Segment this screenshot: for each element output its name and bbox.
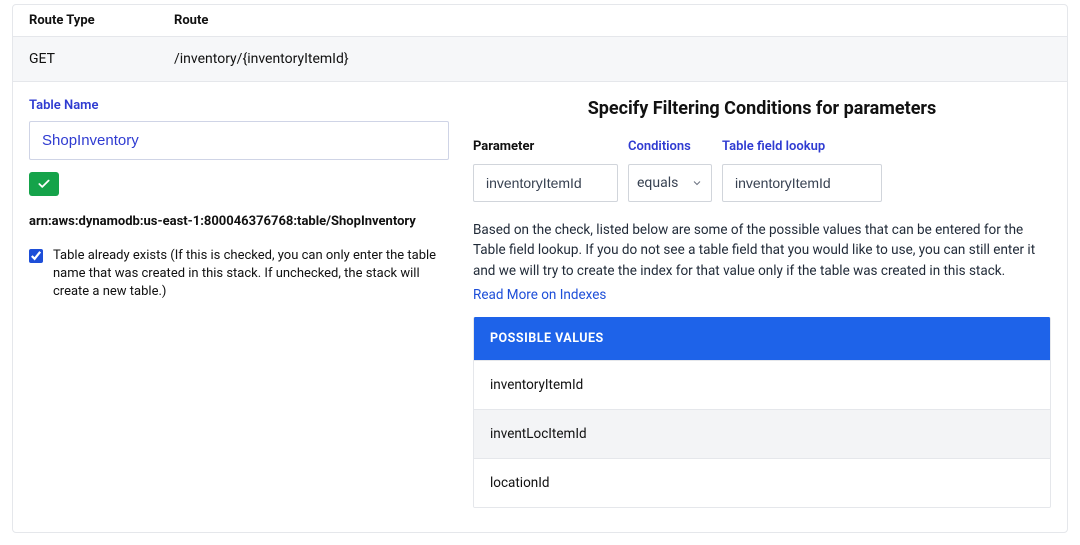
conditions-value: equals (637, 175, 678, 191)
filtering-section: Specify Filtering Conditions for paramet… (473, 98, 1051, 508)
table-exists-description: Table already exists (If this is checked… (53, 247, 449, 302)
table-name-section: Table Name arn:aws:dynamodb:us-east-1:80… (29, 98, 449, 508)
possible-values-header: Possible Values (474, 317, 1050, 360)
check-icon (37, 177, 51, 191)
filtering-title: Specify Filtering Conditions for paramet… (473, 98, 1051, 119)
table-exists-checkbox[interactable] (29, 249, 43, 263)
table-row[interactable]: inventLocItemId (474, 409, 1050, 458)
table-row[interactable]: locationId (474, 458, 1050, 507)
lookup-label: Table field lookup (722, 139, 882, 154)
conditions-select[interactable]: equals (628, 164, 712, 202)
table-name-input[interactable] (29, 121, 449, 160)
route-header: Route (174, 13, 1051, 28)
table-name-label: Table Name (29, 98, 449, 113)
table-exists-row: Table already exists (If this is checked… (29, 247, 449, 302)
read-more-link[interactable]: Read More on Indexes (473, 287, 606, 303)
parameter-input[interactable] (473, 164, 618, 202)
config-body: Table Name arn:aws:dynamodb:us-east-1:80… (13, 82, 1067, 532)
help-text: Based on the check, listed below are som… (473, 220, 1051, 281)
possible-values-table: Possible Values inventoryItemId inventLo… (473, 317, 1051, 508)
validate-table-button[interactable] (29, 172, 59, 196)
chevron-down-icon (691, 177, 703, 189)
parameter-label: Parameter (473, 139, 618, 154)
route-column-headers: Route Type Route (13, 5, 1067, 36)
route-type-header: Route Type (29, 13, 174, 28)
table-row[interactable]: inventoryItemId (474, 360, 1050, 409)
filter-controls: Parameter Conditions equals Table field … (473, 139, 1051, 202)
table-arn: arn:aws:dynamodb:us-east-1:800046376768:… (29, 214, 449, 229)
route-value: /inventory/{inventoryItemId} (174, 51, 1051, 67)
route-type-value: GET (29, 51, 174, 67)
conditions-label: Conditions (628, 139, 712, 154)
lookup-input[interactable] (722, 164, 882, 202)
route-config-card: Route Type Route GET /inventory/{invento… (12, 4, 1068, 533)
route-row: GET /inventory/{inventoryItemId} (13, 36, 1067, 82)
